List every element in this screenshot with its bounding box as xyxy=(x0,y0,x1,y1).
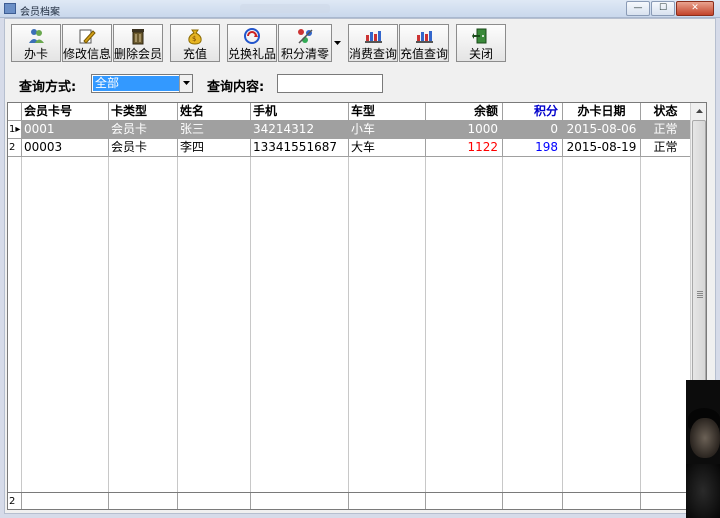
row-indicator: 2 xyxy=(8,139,22,157)
trash-icon xyxy=(129,27,147,45)
query-bar: 查询方式: 全部 查询内容: xyxy=(19,74,419,95)
header-car-type[interactable]: 车型 xyxy=(349,103,426,121)
query-method-label: 查询方式: xyxy=(19,80,77,95)
header-date[interactable]: 办卡日期 xyxy=(563,103,641,121)
query-content-label: 查询内容: xyxy=(207,80,265,95)
minimize-button[interactable]: — xyxy=(626,1,650,16)
svg-text:$: $ xyxy=(192,35,196,43)
member-table: 会员卡号 卡类型 姓名 手机 车型 余额 积分 办卡日期 状态 1▸ 0001 … xyxy=(7,102,707,510)
query-content-input[interactable] xyxy=(277,74,383,93)
close-button[interactable]: 关闭 xyxy=(456,24,506,62)
edit-info-button[interactable]: 修改信息 xyxy=(62,24,112,62)
table-row[interactable]: 1▸ 0001 会员卡 张三 34214312 小车 1000 0 2015-0… xyxy=(8,121,691,139)
people-icon xyxy=(27,27,45,45)
header-balance[interactable]: 余额 xyxy=(426,103,503,121)
edit-icon xyxy=(78,27,96,45)
header-card-no[interactable]: 会员卡号 xyxy=(22,103,109,121)
header-phone[interactable]: 手机 xyxy=(251,103,349,121)
table-footer: 2 xyxy=(8,492,691,509)
member-records-window: 办卡 修改信息 删除会员 $ 充值 兑换礼品 积分清零 消费查询 充值查询 关闭… xyxy=(4,18,716,514)
app-icon xyxy=(4,3,16,14)
clear-points-button[interactable]: 积分清零 xyxy=(278,24,332,62)
row-indicator: 1▸ xyxy=(8,121,22,139)
window-title: 会员档案 xyxy=(20,7,60,18)
header-status[interactable]: 状态 xyxy=(641,103,691,121)
recharge-query-button[interactable]: 充值查询 xyxy=(399,24,449,62)
recharge-button[interactable]: $ 充值 xyxy=(170,24,220,62)
reset-points-icon xyxy=(296,27,314,45)
title-bar: 会员档案 — ☐ ✕ xyxy=(0,0,720,18)
new-card-button[interactable]: 办卡 xyxy=(11,24,61,62)
query-method-value: 全部 xyxy=(93,76,179,91)
delete-member-button[interactable]: 删除会员 xyxy=(113,24,163,62)
query-method-select[interactable]: 全部 xyxy=(91,74,193,93)
consumption-query-button[interactable]: 消费查询 xyxy=(348,24,398,62)
chevron-down-icon[interactable] xyxy=(179,75,192,92)
query-chart-icon xyxy=(364,27,382,45)
table-header: 会员卡号 卡类型 姓名 手机 车型 余额 积分 办卡日期 状态 xyxy=(8,103,691,121)
dropdown-arrow-icon[interactable] xyxy=(333,24,342,62)
exchange-icon xyxy=(243,27,261,45)
money-bag-icon: $ xyxy=(186,27,204,45)
table-row[interactable]: 2 00003 会员卡 李四 13341551687 大车 1122 198 2… xyxy=(8,139,691,157)
toolbar: 办卡 修改信息 删除会员 $ 充值 兑换礼品 积分清零 消费查询 充值查询 关闭 xyxy=(11,24,507,62)
query-chart-icon xyxy=(415,27,433,45)
maximize-button[interactable]: ☐ xyxy=(651,1,675,16)
scroll-up-icon[interactable] xyxy=(691,103,706,119)
exit-icon xyxy=(472,27,490,45)
blurred-caption xyxy=(240,4,330,13)
header-name[interactable]: 姓名 xyxy=(178,103,251,121)
header-points[interactable]: 积分 xyxy=(503,103,563,121)
header-card-type[interactable]: 卡类型 xyxy=(109,103,178,121)
redeem-gift-button[interactable]: 兑换礼品 xyxy=(227,24,277,62)
footer-count: 2 xyxy=(8,493,22,509)
close-window-button[interactable]: ✕ xyxy=(676,1,714,16)
webcam-overlay xyxy=(686,380,720,518)
empty-grid-area xyxy=(8,157,691,493)
